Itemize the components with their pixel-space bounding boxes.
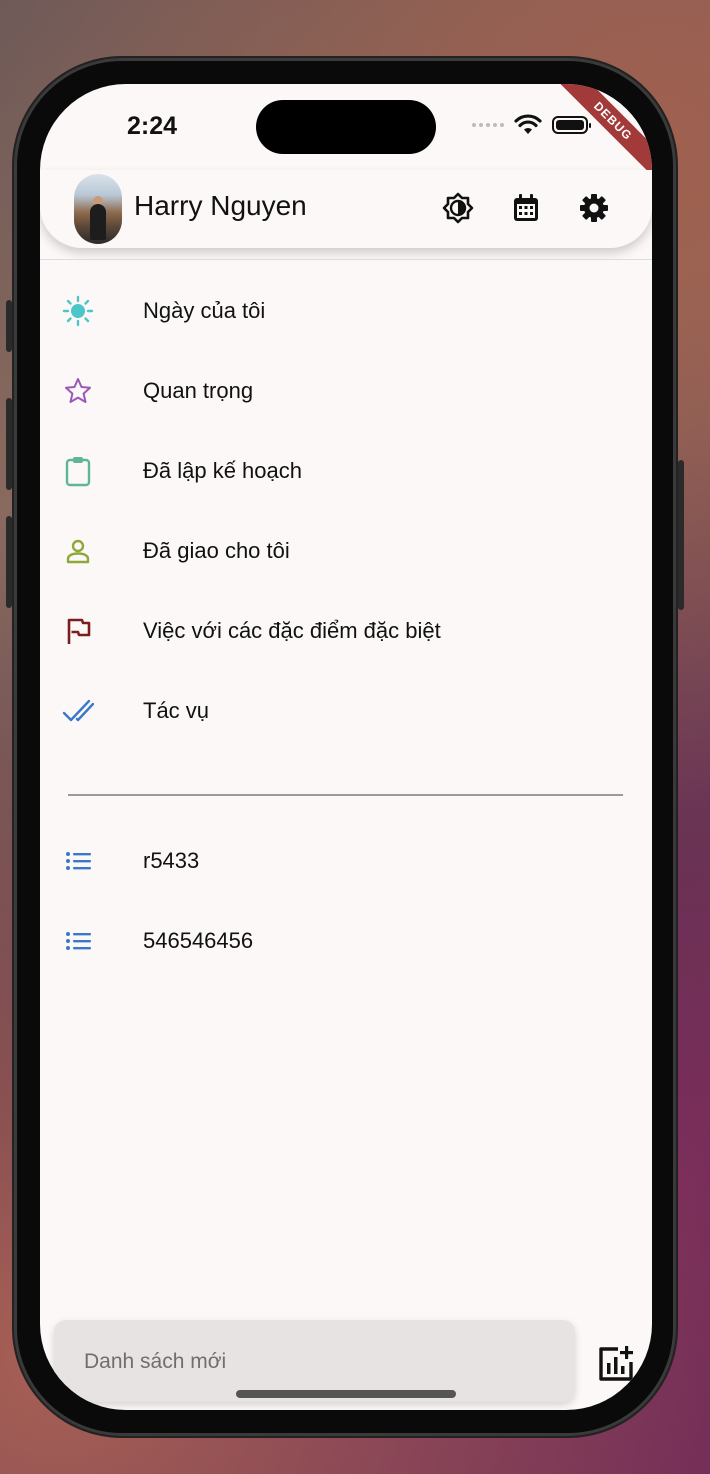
- double-check-icon: [62, 699, 94, 722]
- menu-item-assigned[interactable]: Đã giao cho tôi: [40, 511, 652, 591]
- flag-icon: [67, 618, 91, 644]
- phone-side-button: [6, 398, 12, 490]
- home-indicator: [236, 1390, 456, 1398]
- menu-item-label: Quan trọng: [143, 378, 254, 403]
- calendar-button[interactable]: [508, 190, 544, 226]
- theme-toggle-button[interactable]: [440, 190, 476, 226]
- star-outline-icon: [65, 378, 91, 403]
- status-time: 2:24: [127, 112, 178, 140]
- cellular-signal-icon: [472, 123, 504, 127]
- list-item-label: r5433: [143, 848, 200, 873]
- dynamic-island: [256, 100, 436, 154]
- menu-item-tasks[interactable]: Tác vụ: [40, 671, 652, 751]
- new-list-input[interactable]: [82, 1346, 546, 1378]
- menu-item-label: Ngày của tôi: [143, 298, 266, 323]
- list-item[interactable]: r5433: [40, 821, 652, 901]
- add-list-button[interactable]: [596, 1344, 636, 1384]
- phone-side-button: [678, 460, 684, 610]
- menu-item-label: Việc với các đặc điểm đặc biệt: [143, 618, 441, 643]
- menu-item-label: Đã lập kế hoạch: [143, 458, 302, 483]
- battery-icon: [552, 116, 591, 134]
- sun-icon: [62, 295, 94, 327]
- list-icon: [66, 932, 91, 950]
- app-header: Harry Nguyen: [40, 170, 652, 248]
- add-chart-icon: [599, 1346, 633, 1381]
- settings-icon: [580, 194, 608, 222]
- wifi-icon: [514, 114, 542, 134]
- settings-button[interactable]: [576, 190, 612, 226]
- user-name: Harry Nguyen: [134, 190, 307, 221]
- clipboard-icon: [65, 457, 91, 487]
- list-item-label: 546546456: [143, 928, 254, 953]
- menu-item-label: Đã giao cho tôi: [143, 538, 290, 563]
- list-item[interactable]: 546546456: [40, 901, 652, 981]
- menu-item-my-day[interactable]: Ngày của tôi: [40, 271, 652, 351]
- menu-item-flagged[interactable]: Việc với các đặc điểm đặc biệt: [40, 591, 652, 671]
- app-screen: 2:24 DEBUG Harry Nguyen Ngày của tôi Qua…: [40, 84, 652, 1410]
- list-icon: [66, 852, 91, 870]
- menu-item-planned[interactable]: Đã lập kế hoạch: [40, 431, 652, 511]
- menu-item-label: Tác vụ: [143, 698, 210, 723]
- section-divider: [68, 794, 623, 796]
- phone-side-button: [6, 516, 12, 608]
- status-icons: [472, 114, 591, 136]
- theme-toggle-icon: [442, 192, 474, 224]
- calendar-icon: [514, 194, 538, 221]
- avatar[interactable]: [74, 174, 122, 244]
- menu-item-important[interactable]: Quan trọng: [40, 351, 652, 431]
- person-icon: [66, 539, 90, 564]
- phone-side-button: [6, 300, 12, 352]
- header-divider: [40, 259, 652, 260]
